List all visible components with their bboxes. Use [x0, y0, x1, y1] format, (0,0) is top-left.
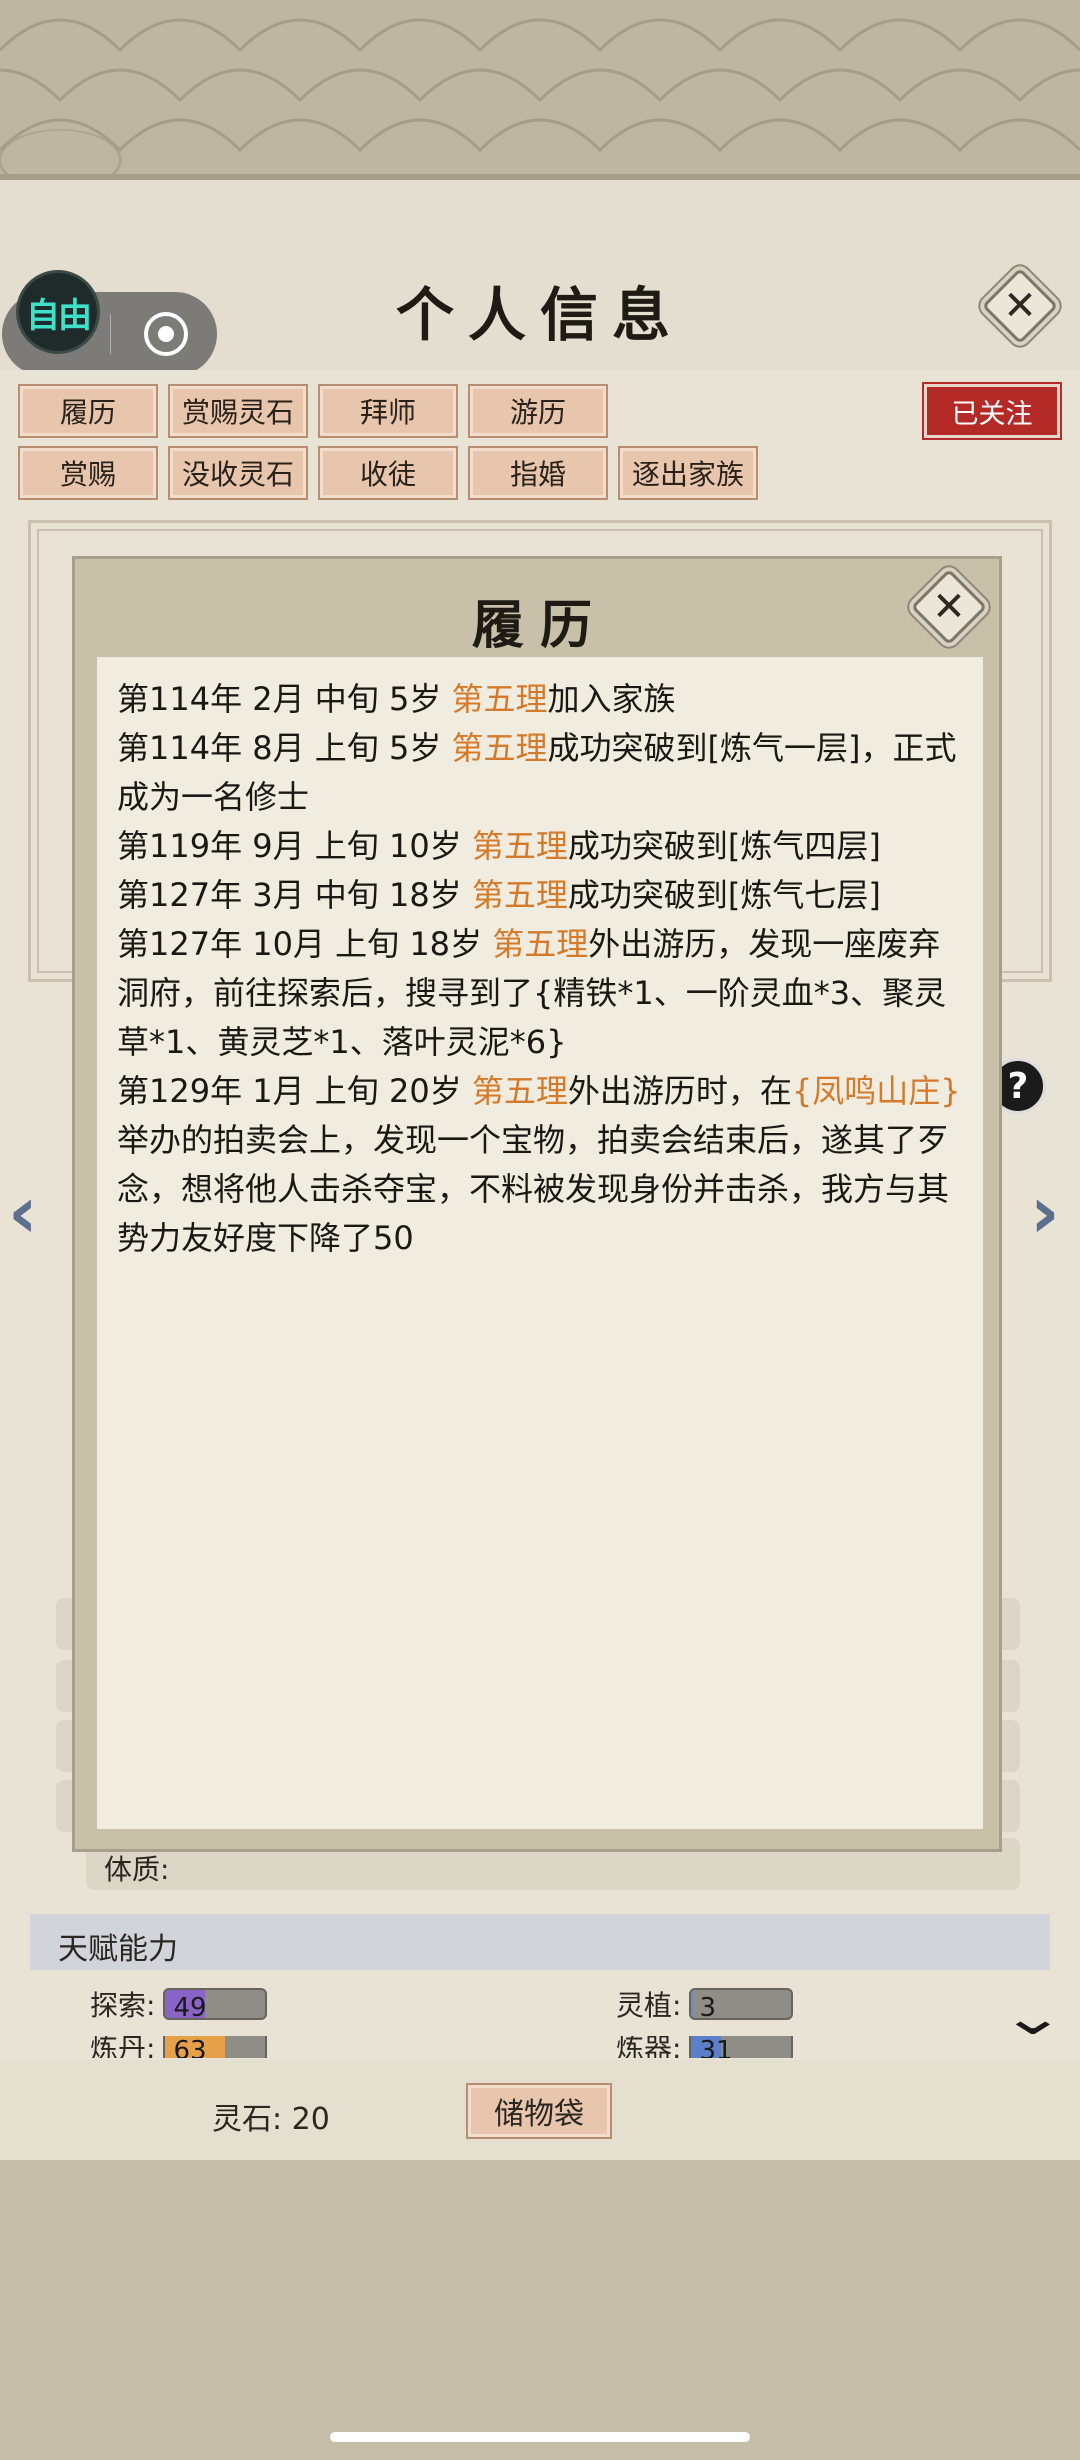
history-entry: 第114年 8月 上旬 5岁 第五理成功突破到[炼气一层]，正式成为一名修士	[117, 724, 965, 822]
talent-planting: 灵植: 3	[616, 1984, 794, 2024]
action-history-button[interactable]: 履历	[18, 384, 158, 438]
highlight-name: 第五理	[471, 876, 568, 914]
talent-header	[30, 1914, 1050, 1970]
talent-title: 天赋能力	[58, 1932, 178, 1967]
history-entry: 第119年 9月 上旬 10岁 第五理成功突破到[炼气四层]	[117, 822, 965, 871]
top-decoration	[0, 0, 1080, 180]
page-close-button[interactable]: ✕	[981, 267, 1059, 345]
talent-value: 63	[173, 2036, 207, 2058]
modal-close-button[interactable]: ✕	[910, 568, 988, 646]
bottom-decoration	[0, 2160, 1080, 2460]
record-icon[interactable]	[144, 312, 188, 356]
action-reward-stones-button[interactable]: 赏赐灵石	[168, 384, 308, 438]
modal-title: 履历	[471, 595, 608, 656]
talent-alchemy: 炼丹: 63	[90, 2036, 268, 2058]
action-travel-button[interactable]: 游历	[468, 384, 608, 438]
highlight-name: 第五理	[471, 1072, 568, 1110]
entry-text: 第114年 8月 上旬 5岁	[117, 729, 452, 767]
talent-label: 探索:	[90, 1989, 156, 2022]
next-arrow-icon[interactable]: ›	[1030, 1170, 1060, 1254]
action-reward-button[interactable]: 赏赐	[18, 446, 158, 500]
entry-text: 加入家族	[547, 680, 676, 718]
action-apprentice-button[interactable]: 拜师	[318, 384, 458, 438]
action-arrange-marriage-button[interactable]: 指婚	[468, 446, 608, 500]
talent-label: 灵植:	[616, 1989, 682, 2022]
storage-bag-button[interactable]: 储物袋	[466, 2083, 612, 2139]
talent-value: 31	[699, 2036, 733, 2058]
history-list[interactable]: 第114年 2月 中旬 5岁 第五理加入家族 第114年 8月 上旬 5岁 第五理…	[97, 657, 983, 1829]
talent-bar: 49	[163, 1988, 268, 2020]
entry-text: 外出游历时，在	[567, 1072, 792, 1110]
capsule-divider	[110, 314, 111, 354]
action-expel-button[interactable]: 逐出家族	[618, 446, 758, 500]
action-confiscate-stones-button[interactable]: 没收灵石	[168, 446, 308, 500]
close-icon: ✕	[1003, 283, 1037, 329]
highlight-name: 第五理	[451, 680, 548, 718]
talent-bar: 3	[689, 1988, 794, 2020]
talent-label: 炼器:	[616, 2036, 682, 2058]
entry-text: 第119年 9月 上旬 10岁	[117, 827, 472, 865]
close-icon: ✕	[932, 584, 966, 630]
chevron-down-icon[interactable]: ⌄	[999, 1988, 1066, 2046]
talent-forging: 炼器: 31	[616, 2036, 794, 2058]
entry-text: 成功突破到[炼气七层]	[567, 876, 881, 914]
history-entry: 第129年 1月 上旬 20岁 第五理外出游历时，在{凤鸣山庄} 举办的拍卖会上，…	[117, 1067, 965, 1263]
entry-text: 举办的拍卖会上，发现一个宝物，拍卖会结束后，遂其了歹念，想将他人击杀夺宝，不料被…	[117, 1121, 950, 1257]
entry-text: 第114年 2月 中旬 5岁	[117, 680, 452, 718]
free-badge[interactable]: 自由	[16, 270, 100, 354]
talent-label: 炼丹:	[90, 2036, 156, 2058]
talent-bar: 31	[689, 2036, 794, 2058]
history-modal: 履历 ✕ 第114年 2月 中旬 5岁 第五理加入家族 第114年 8月 上旬 5…	[72, 556, 1002, 1852]
follow-badge[interactable]: 已关注	[924, 384, 1060, 438]
highlight-name: 第五理	[471, 827, 568, 865]
talent-value: 49	[173, 1993, 207, 2020]
highlight-name: {凤鸣山庄}	[791, 1072, 961, 1110]
talent-value: 3	[699, 1993, 716, 2020]
talent-bar: 63	[163, 2036, 268, 2058]
prev-arrow-icon[interactable]: ‹	[8, 1170, 38, 1254]
highlight-name: 第五理	[492, 925, 589, 963]
history-entry: 第114年 2月 中旬 5岁 第五理加入家族	[117, 675, 965, 724]
history-entry: 第127年 3月 中旬 18岁 第五理成功突破到[炼气七层]	[117, 871, 965, 920]
entry-text: 第127年 3月 中旬 18岁	[117, 876, 472, 914]
spirit-stones-label: 灵石: 20	[212, 2102, 330, 2137]
body-label: 体质:	[104, 1853, 170, 1886]
history-entry: 第127年 10月 上旬 18岁 第五理外出游历，发现一座废弃洞府，前往探索后，…	[117, 920, 965, 1067]
action-take-disciple-button[interactable]: 收徒	[318, 446, 458, 500]
entry-text: 成功突破到[炼气四层]	[567, 827, 881, 865]
home-indicator[interactable]	[330, 2432, 750, 2442]
entry-text: 第127年 10月 上旬 18岁	[117, 925, 493, 963]
highlight-name: 第五理	[451, 729, 548, 767]
talent-explore: 探索: 49	[90, 1984, 268, 2024]
entry-text: 第129年 1月 上旬 20岁	[117, 1072, 472, 1110]
